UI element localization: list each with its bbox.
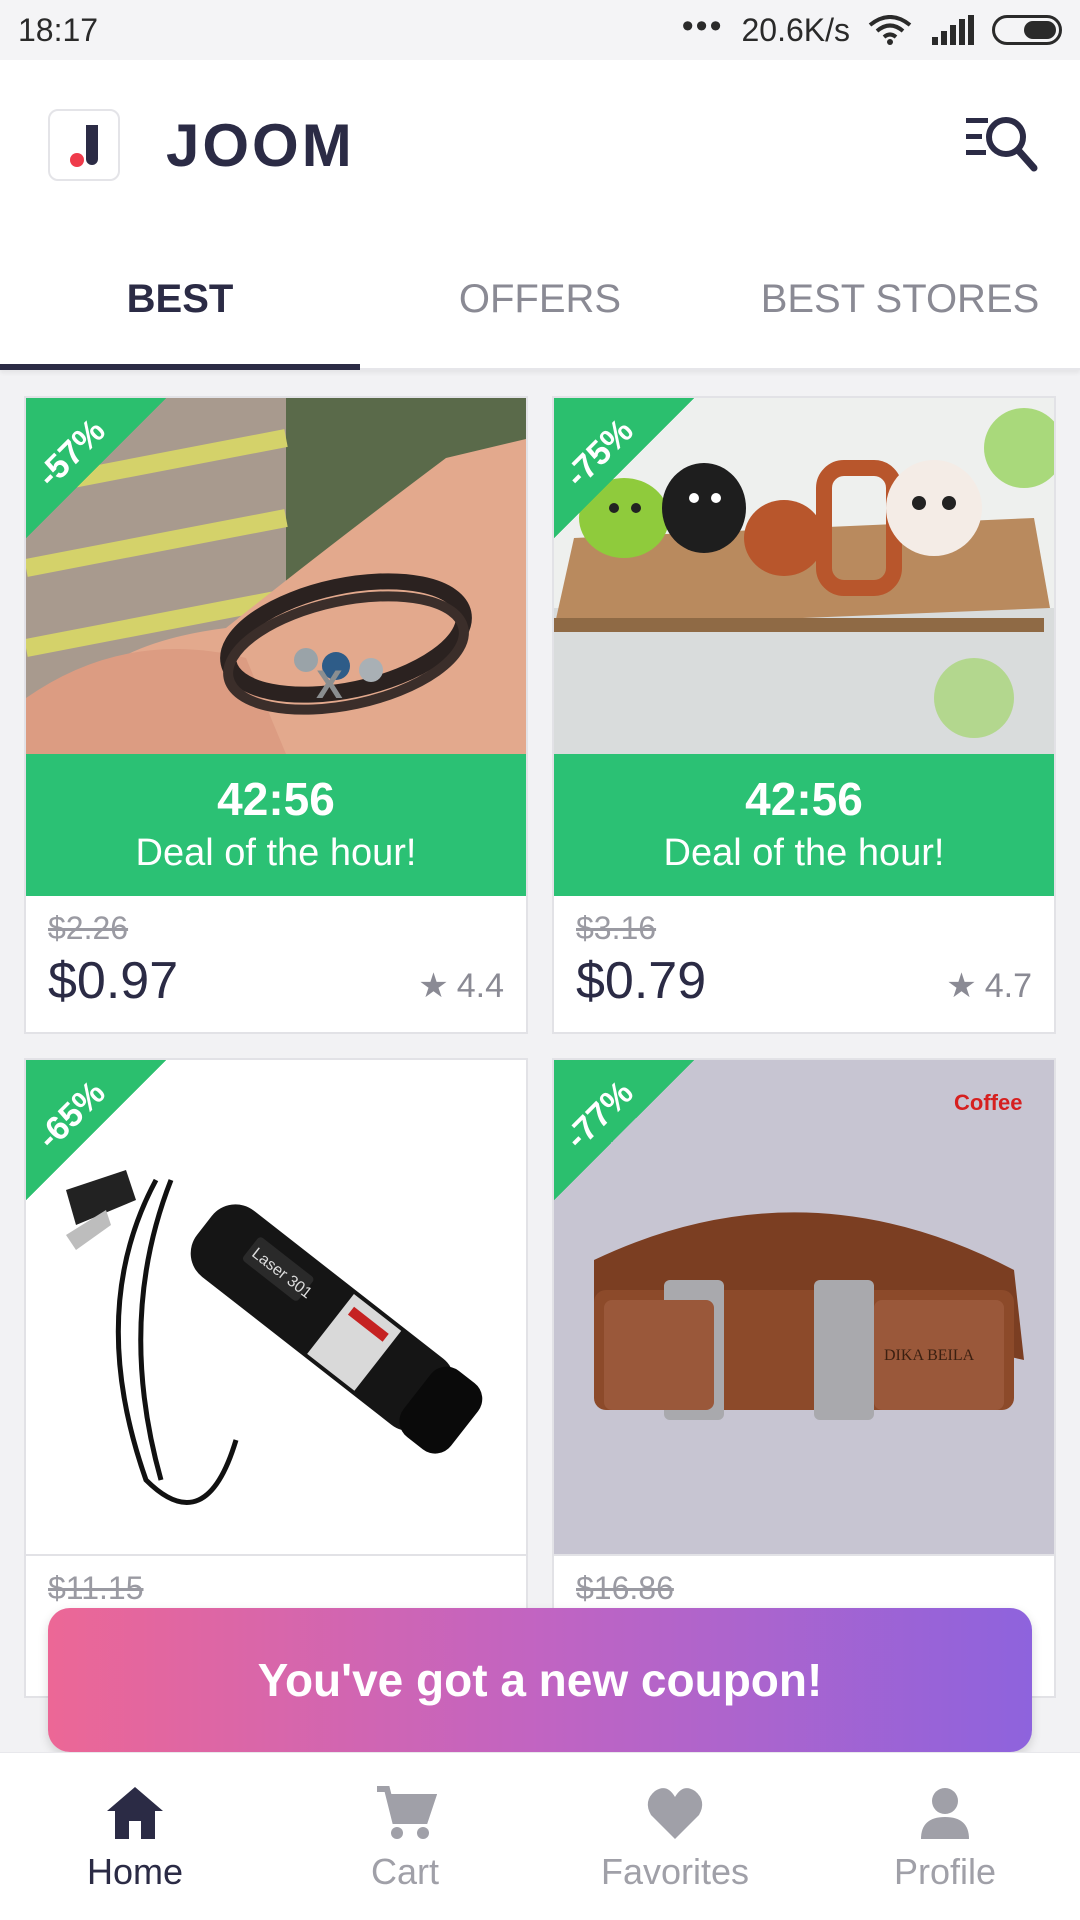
product-image[interactable]: -75%	[554, 398, 1054, 754]
screen: 18:17 ••• 20.6K/s JOOM BEST OFFERS BEST …	[0, 0, 1080, 1920]
product-card[interactable]: Coffee DIKA BEILA -77% $16.86	[552, 1058, 1056, 1698]
nav-cart[interactable]: Cart	[270, 1753, 540, 1920]
tab-best-stores[interactable]: BEST STORES	[720, 230, 1080, 368]
product-card[interactable]: -75% 42:56 Deal of the hour! $3.16 $0.79…	[552, 396, 1056, 1034]
deal-timer: 42:56	[217, 773, 335, 825]
nav-profile[interactable]: Profile	[810, 1753, 1080, 1920]
signal-icon	[932, 15, 974, 45]
cart-icon	[377, 1785, 437, 1839]
product-image[interactable]: Laser 301 -65%	[26, 1060, 526, 1556]
deal-label: Deal of the hour!	[135, 832, 417, 874]
old-price: $3.16	[576, 910, 657, 946]
brand-name: JOOM	[166, 111, 355, 179]
app-header: JOOM	[0, 60, 1080, 230]
joom-logo	[48, 109, 120, 181]
product-card[interactable]: Laser 301 -65% $11.15	[24, 1058, 528, 1698]
deal-banner: 42:56 Deal of the hour!	[26, 754, 526, 896]
nav-label: Home	[86, 1850, 184, 1892]
status-right: ••• 20.6K/s	[682, 7, 1062, 49]
nav-label: Profile	[893, 1850, 997, 1892]
network-speed: 20.6K/s	[741, 11, 850, 48]
coupon-text: You've got a new coupon!	[257, 1654, 823, 1706]
status-time: 18:17	[18, 11, 99, 48]
svg-text:X: X	[316, 663, 343, 707]
rating: ★ 4.4	[418, 966, 504, 1006]
tab-bar: BEST OFFERS BEST STORES	[0, 230, 1080, 370]
battery-icon	[992, 15, 1062, 45]
product-image[interactable]: X -57%	[26, 398, 526, 754]
search-icon[interactable]	[964, 110, 1040, 180]
price-box: $3.16 $0.79 ★ 4.7	[554, 896, 1054, 1032]
home-icon	[107, 1786, 163, 1839]
deal-timer: 42:56	[745, 773, 863, 825]
coffee-label: Coffee	[954, 1090, 1022, 1115]
nav-label: Favorites	[600, 1850, 750, 1892]
rating-value: 4.4	[456, 966, 504, 1005]
rating: ★ 4.7	[946, 966, 1032, 1006]
nav-favorites[interactable]: Favorites	[540, 1753, 810, 1920]
svg-text:DIKA BEILA: DIKA BEILA	[884, 1347, 975, 1364]
wifi-icon	[868, 15, 912, 45]
price-box: $2.26 $0.97 ★ 4.4	[26, 896, 526, 1032]
status-dots: •••	[681, 6, 724, 45]
old-price: $11.15	[48, 1570, 144, 1606]
person-icon	[921, 1787, 969, 1839]
deal-label: Deal of the hour!	[663, 832, 945, 874]
nav-label: Cart	[370, 1850, 439, 1892]
rating-value: 4.7	[984, 966, 1032, 1005]
product-card[interactable]: X -57% 42:56 Deal of the hour! $2.26 $0.…	[24, 396, 528, 1034]
product-image[interactable]: Coffee DIKA BEILA -77%	[554, 1060, 1054, 1556]
tab-best[interactable]: BEST	[0, 230, 360, 370]
deal-banner: 42:56 Deal of the hour!	[554, 754, 1054, 896]
nav-home[interactable]: Home	[0, 1753, 270, 1920]
star-icon: ★	[418, 967, 449, 1005]
bottom-nav: Home Cart Favorites Profile	[0, 1752, 1080, 1920]
old-price: $2.26	[48, 910, 129, 946]
tab-offers[interactable]: OFFERS	[360, 230, 720, 368]
star-icon: ★	[946, 967, 977, 1005]
heart-icon	[647, 1787, 703, 1839]
old-price: $16.86	[576, 1570, 674, 1606]
status-bar: 18:17 ••• 20.6K/s	[0, 0, 1080, 60]
coupon-banner[interactable]: You've got a new coupon!	[48, 1608, 1032, 1752]
